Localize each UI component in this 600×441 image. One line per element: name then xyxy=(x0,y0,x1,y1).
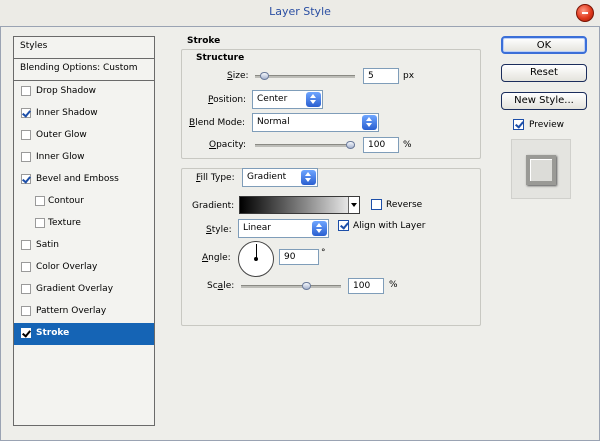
fill-type-label: Fill Type: xyxy=(196,173,235,183)
style-rows: Drop Shadow Inner Shadow Outer Glow Inner G… xyxy=(14,81,154,345)
opacity-unit: % xyxy=(403,140,412,150)
angle-label: Angle: xyxy=(202,253,231,263)
style-item-checkbox[interactable] xyxy=(21,130,31,140)
fill-group xyxy=(181,168,481,326)
opacity-label: Opacity: xyxy=(209,140,247,150)
style-preview-thumbnail xyxy=(511,139,571,199)
style-item-checkbox[interactable] xyxy=(35,218,45,228)
size-input[interactable]: 5 xyxy=(363,68,399,84)
style-item-label: Stroke xyxy=(36,328,70,338)
scale-slider-thumb[interactable] xyxy=(301,282,311,290)
blending-options-item[interactable]: Blending Options: Custom xyxy=(14,59,154,81)
style-item-checkbox[interactable] xyxy=(21,306,31,316)
style-item[interactable]: Drop Shadow xyxy=(14,81,154,103)
style-item-label: Contour xyxy=(48,196,84,206)
position-select[interactable]: Center xyxy=(252,90,323,109)
position-label: Position: xyxy=(208,95,247,105)
structure-title: Structure xyxy=(196,53,245,63)
align-with-layer-label[interactable]: Align with Layer xyxy=(353,221,425,231)
style-item[interactable]: Color Overlay xyxy=(14,257,154,279)
fill-type-select[interactable]: Gradient xyxy=(242,168,318,187)
angle-dial-hand xyxy=(256,244,257,259)
reset-button[interactable]: Reset xyxy=(501,64,587,82)
opacity-slider-thumb[interactable] xyxy=(346,141,355,149)
size-label-rest: ize: xyxy=(232,71,249,81)
style-item-checkbox[interactable] xyxy=(21,284,31,294)
close-icon[interactable] xyxy=(576,4,594,22)
style-item-label: Color Overlay xyxy=(36,262,98,272)
stroke-title: Stroke xyxy=(187,36,221,46)
gradient-style-select[interactable]: Linear xyxy=(238,219,329,238)
ok-button[interactable]: OK xyxy=(501,36,587,54)
blend-mode-dropdown-icon[interactable] xyxy=(362,115,377,130)
style-item-checkbox[interactable] xyxy=(35,196,45,206)
style-item[interactable]: Stroke xyxy=(14,323,154,345)
size-label: Size: xyxy=(227,71,249,81)
style-item[interactable]: Pattern Overlay xyxy=(14,301,154,323)
reverse-checkbox[interactable] xyxy=(371,199,382,210)
preview-checkbox[interactable] xyxy=(513,119,524,130)
style-item-label: Inner Shadow xyxy=(36,108,98,118)
style-item-label: Satin xyxy=(36,240,59,250)
style-item[interactable]: Gradient Overlay xyxy=(14,279,154,301)
style-item-label: Bevel and Emboss xyxy=(36,174,119,184)
size-slider-thumb[interactable] xyxy=(259,72,269,80)
reverse-label[interactable]: Reverse xyxy=(386,200,422,210)
new-style-button[interactable]: New Style... xyxy=(501,92,587,110)
window-title: Layer Style xyxy=(269,5,331,18)
gradient-label: Gradient: xyxy=(192,201,235,211)
style-item-label: Inner Glow xyxy=(36,152,85,162)
style-item-checkbox[interactable] xyxy=(21,108,31,118)
size-slider[interactable] xyxy=(255,72,355,80)
gradient-style-value: Linear xyxy=(243,223,271,233)
scale-slider[interactable] xyxy=(241,282,341,290)
layer-style-dialog: Styles Blending Options: Custom Drop Sha… xyxy=(0,26,600,441)
size-unit: px xyxy=(403,71,415,81)
style-item[interactable]: Bevel and Emboss xyxy=(14,169,154,191)
style-item-label: Texture xyxy=(48,218,81,228)
fill-type-value: Gradient xyxy=(247,172,287,182)
style-item-checkbox[interactable] xyxy=(21,86,31,96)
style-item-label: Pattern Overlay xyxy=(36,306,107,316)
style-label: Style: xyxy=(206,225,232,235)
position-dropdown-icon[interactable] xyxy=(306,92,321,107)
scale-label: Scale: xyxy=(207,281,235,291)
style-item-label: Outer Glow xyxy=(36,130,87,140)
angle-unit: ° xyxy=(321,248,326,258)
style-item[interactable]: Contour xyxy=(14,191,154,213)
title-bar: Layer Style xyxy=(0,0,600,26)
preview-label[interactable]: Preview xyxy=(529,120,564,130)
preview-square-icon xyxy=(526,155,556,185)
align-with-layer-checkbox[interactable] xyxy=(338,220,349,231)
blend-mode-select[interactable]: Normal xyxy=(252,113,379,132)
opacity-slider[interactable] xyxy=(255,141,355,149)
opacity-input[interactable]: 100 xyxy=(363,137,399,153)
style-item[interactable]: Texture xyxy=(14,213,154,235)
style-item[interactable]: Outer Glow xyxy=(14,125,154,147)
blend-mode-value: Normal xyxy=(257,117,290,127)
angle-dial[interactable] xyxy=(238,241,274,277)
gradient-picker[interactable] xyxy=(239,196,360,214)
styles-header[interactable]: Styles xyxy=(14,37,154,59)
styles-list: Styles Blending Options: Custom Drop Sha… xyxy=(13,36,155,426)
style-item[interactable]: Inner Shadow xyxy=(14,103,154,125)
style-item-checkbox[interactable] xyxy=(21,152,31,162)
gradient-dropdown-icon[interactable] xyxy=(348,197,359,213)
gradient-style-dropdown-icon[interactable] xyxy=(312,221,327,236)
position-value: Center xyxy=(257,94,288,104)
style-item-checkbox[interactable] xyxy=(21,240,31,250)
scale-input[interactable]: 100 xyxy=(348,278,384,294)
style-item-checkbox[interactable] xyxy=(21,174,31,184)
angle-input[interactable]: 90 xyxy=(279,249,319,265)
style-item-label: Gradient Overlay xyxy=(36,284,114,294)
style-item[interactable]: Inner Glow xyxy=(14,147,154,169)
fill-type-dropdown-icon[interactable] xyxy=(301,170,316,185)
style-item-checkbox[interactable] xyxy=(21,328,31,338)
scale-unit: % xyxy=(389,280,398,290)
style-item[interactable]: Satin xyxy=(14,235,154,257)
style-item-checkbox[interactable] xyxy=(21,262,31,272)
style-item-label: Drop Shadow xyxy=(36,86,97,96)
blend-mode-label: Blend Mode: xyxy=(189,118,246,128)
